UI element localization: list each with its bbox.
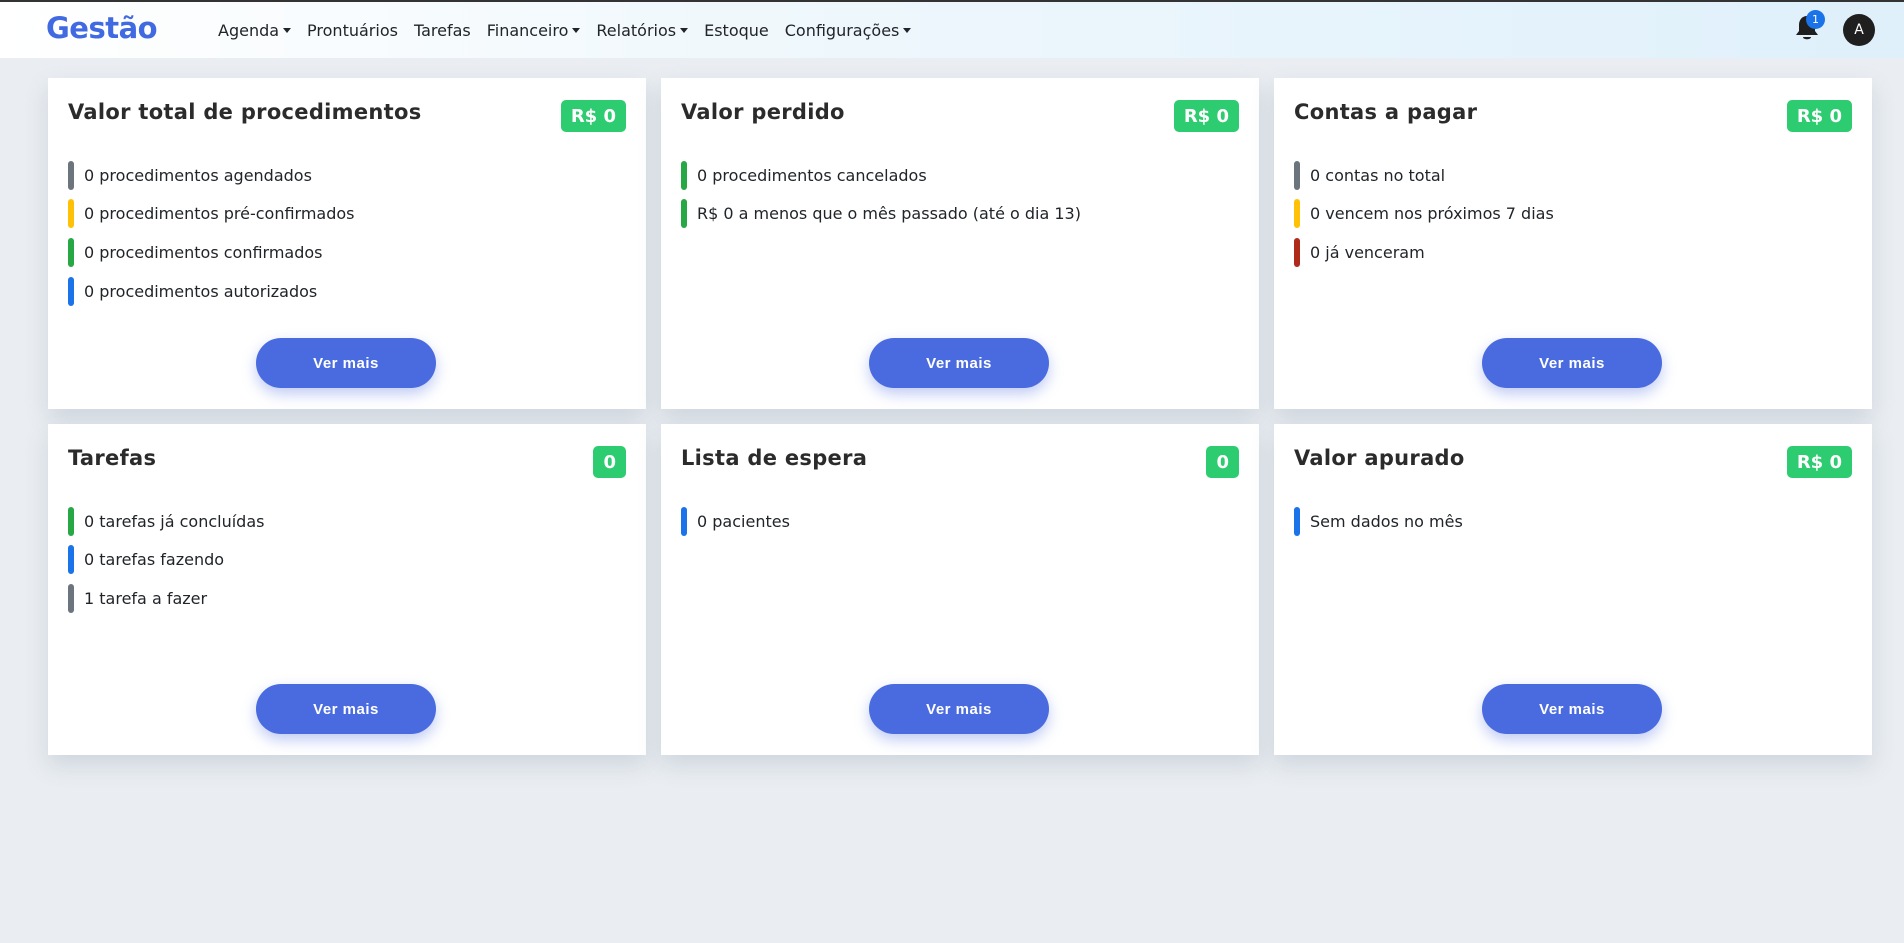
list-item-text: 0 procedimentos cancelados [697,165,927,185]
dashboard-card: Valor apurado R$ 0 Sem dados no mês Ver mai… [1274,424,1872,755]
list-item-text: 0 pacientes [697,511,790,531]
nav-item-financeiro[interactable]: Financeiro [487,21,581,40]
status-indicator-bar [68,276,74,306]
list-item-text: R$ 0 a menos que o mês passado (até o di… [697,204,1081,224]
card-value-badge: R$ 0 [560,100,626,132]
notification-badge: 1 [1806,10,1825,29]
status-indicator-bar [681,506,687,536]
status-indicator-bar [1294,199,1300,229]
nav-item-prontuarios[interactable]: Prontuários [307,21,398,40]
dashboard-card: Valor total de procedimentos R$ 0 0 proced… [48,78,646,409]
card-title: Valor total de procedimentos [68,100,422,124]
list-item-text: Sem dados no mês [1310,511,1463,531]
list-item: 0 já venceram [1294,233,1554,272]
ver-mais-button[interactable]: Ver mais [869,338,1049,388]
list-item: 0 procedimentos confirmados [68,233,355,272]
nav-item-label: Configurações [784,20,900,40]
card-item-list: 0 tarefas já concluídas 0 tarefas fazendo… [68,502,264,618]
list-item: 0 procedimentos pré-confirmados [68,195,355,234]
list-item-text: 0 contas no total [1310,165,1446,185]
card-value-badge: 0 [1206,446,1239,478]
card-title: Contas a pagar [1294,100,1478,124]
list-item-text: 0 tarefas fazendo [84,550,225,570]
list-item-text: 0 procedimentos autorizados [84,281,318,301]
card-item-list: Sem dados no mês [1294,502,1463,541]
list-item: 0 pacientes [681,502,790,541]
card-value-badge: R$ 0 [1173,100,1239,132]
list-item-text: 0 procedimentos confirmados [84,242,323,262]
list-item-text: 1 tarefa a fazer [84,588,208,608]
nav-item-label: Prontuários [307,20,398,40]
card-value-badge: R$ 0 [1786,100,1852,132]
nav-item-label: Financeiro [486,20,569,40]
status-indicator-bar [1294,237,1300,267]
list-item-text: 0 já venceram [1310,242,1425,262]
list-item: 0 tarefas já concluídas [68,502,264,541]
status-indicator-bar [68,237,74,267]
card-title: Tarefas [68,446,157,470]
ver-mais-button[interactable]: Ver mais [869,684,1049,734]
status-indicator-bar [68,583,74,613]
nav-item-label: Relatórios [596,20,677,40]
status-indicator-bar [68,506,74,536]
nav-item-relatorios[interactable]: Relatórios [596,20,689,40]
list-item: Sem dados no mês [1294,502,1463,541]
list-item: 0 procedimentos cancelados [681,156,1081,195]
card-title: Lista de espera [681,446,868,470]
status-indicator-bar [1294,160,1300,190]
caret-down-icon [680,27,689,33]
status-indicator-bar [68,160,74,190]
list-item: 0 procedimentos autorizados [68,272,355,311]
card-title: Valor apurado [1294,446,1465,470]
ver-mais-button[interactable]: Ver mais [1482,684,1662,734]
list-item-text: 0 procedimentos pré-confirmados [84,204,355,224]
list-item-text: 0 vencem nos próximos 7 dias [1310,204,1554,224]
list-item: 0 vencem nos próximos 7 dias [1294,195,1554,234]
caret-down-icon [903,27,912,33]
list-item: R$ 0 a menos que o mês passado (até o di… [681,195,1081,234]
status-indicator-bar [68,545,74,575]
nav-item-agenda[interactable]: Agenda [218,20,292,40]
caret-down-icon [572,27,581,33]
nav-item-label: Estoque [704,20,769,40]
ver-mais-button[interactable]: Ver mais [1482,338,1662,388]
ver-mais-button[interactable]: Ver mais [256,684,436,734]
status-indicator-bar [681,199,687,229]
dashboard-card: Valor perdido R$ 0 0 procedimentos cancela… [661,78,1259,409]
list-item: 1 tarefa a fazer [68,579,264,618]
card-item-list: 0 procedimentos cancelados R$ 0 a menos q… [681,156,1081,233]
nav-item-configuracoes[interactable]: Configurações [785,21,912,40]
status-indicator-bar [681,160,687,190]
list-item-text: 0 tarefas já concluídas [84,511,265,531]
card-item-list: 0 procedimentos agendados 0 procedimentos… [68,156,355,310]
caret-down-icon [283,27,292,33]
nav-item-estoque[interactable]: Estoque [704,21,769,40]
main-nav: Agenda Prontuários Tarefas Financeiro Relató… [218,2,927,58]
user-avatar[interactable]: A [1843,14,1875,46]
list-item: 0 procedimentos agendados [68,156,355,195]
list-item-text: 0 procedimentos agendados [84,165,312,185]
list-item: 0 contas no total [1294,156,1554,195]
top-navbar: Gestão Agenda Prontuários Tarefas Financeir… [0,2,1904,58]
status-indicator-bar [68,199,74,229]
card-value-badge: R$ 0 [1786,446,1852,478]
nav-item-label: Agenda [218,20,280,40]
nav-item-tarefas[interactable]: Tarefas [414,21,471,40]
dashboard-card: Contas a pagar R$ 0 0 contas no total 0 ven… [1274,78,1872,409]
dashboard-card: Tarefas 0 0 tarefas já concluídas 0 tarefas… [48,424,646,755]
card-item-list: 0 contas no total 0 vencem nos próximos 7… [1294,156,1554,272]
card-item-list: 0 pacientes [681,502,790,541]
list-item: 0 tarefas fazendo [68,541,264,580]
status-indicator-bar [1294,506,1300,536]
card-title: Valor perdido [681,100,845,124]
dashboard-card: Lista de espera 0 0 pacientes Ver mais [661,424,1259,755]
card-value-badge: 0 [593,446,626,478]
nav-item-label: Tarefas [413,20,471,40]
ver-mais-button[interactable]: Ver mais [256,338,436,388]
brand-logo[interactable]: Gestão [46,11,158,45]
